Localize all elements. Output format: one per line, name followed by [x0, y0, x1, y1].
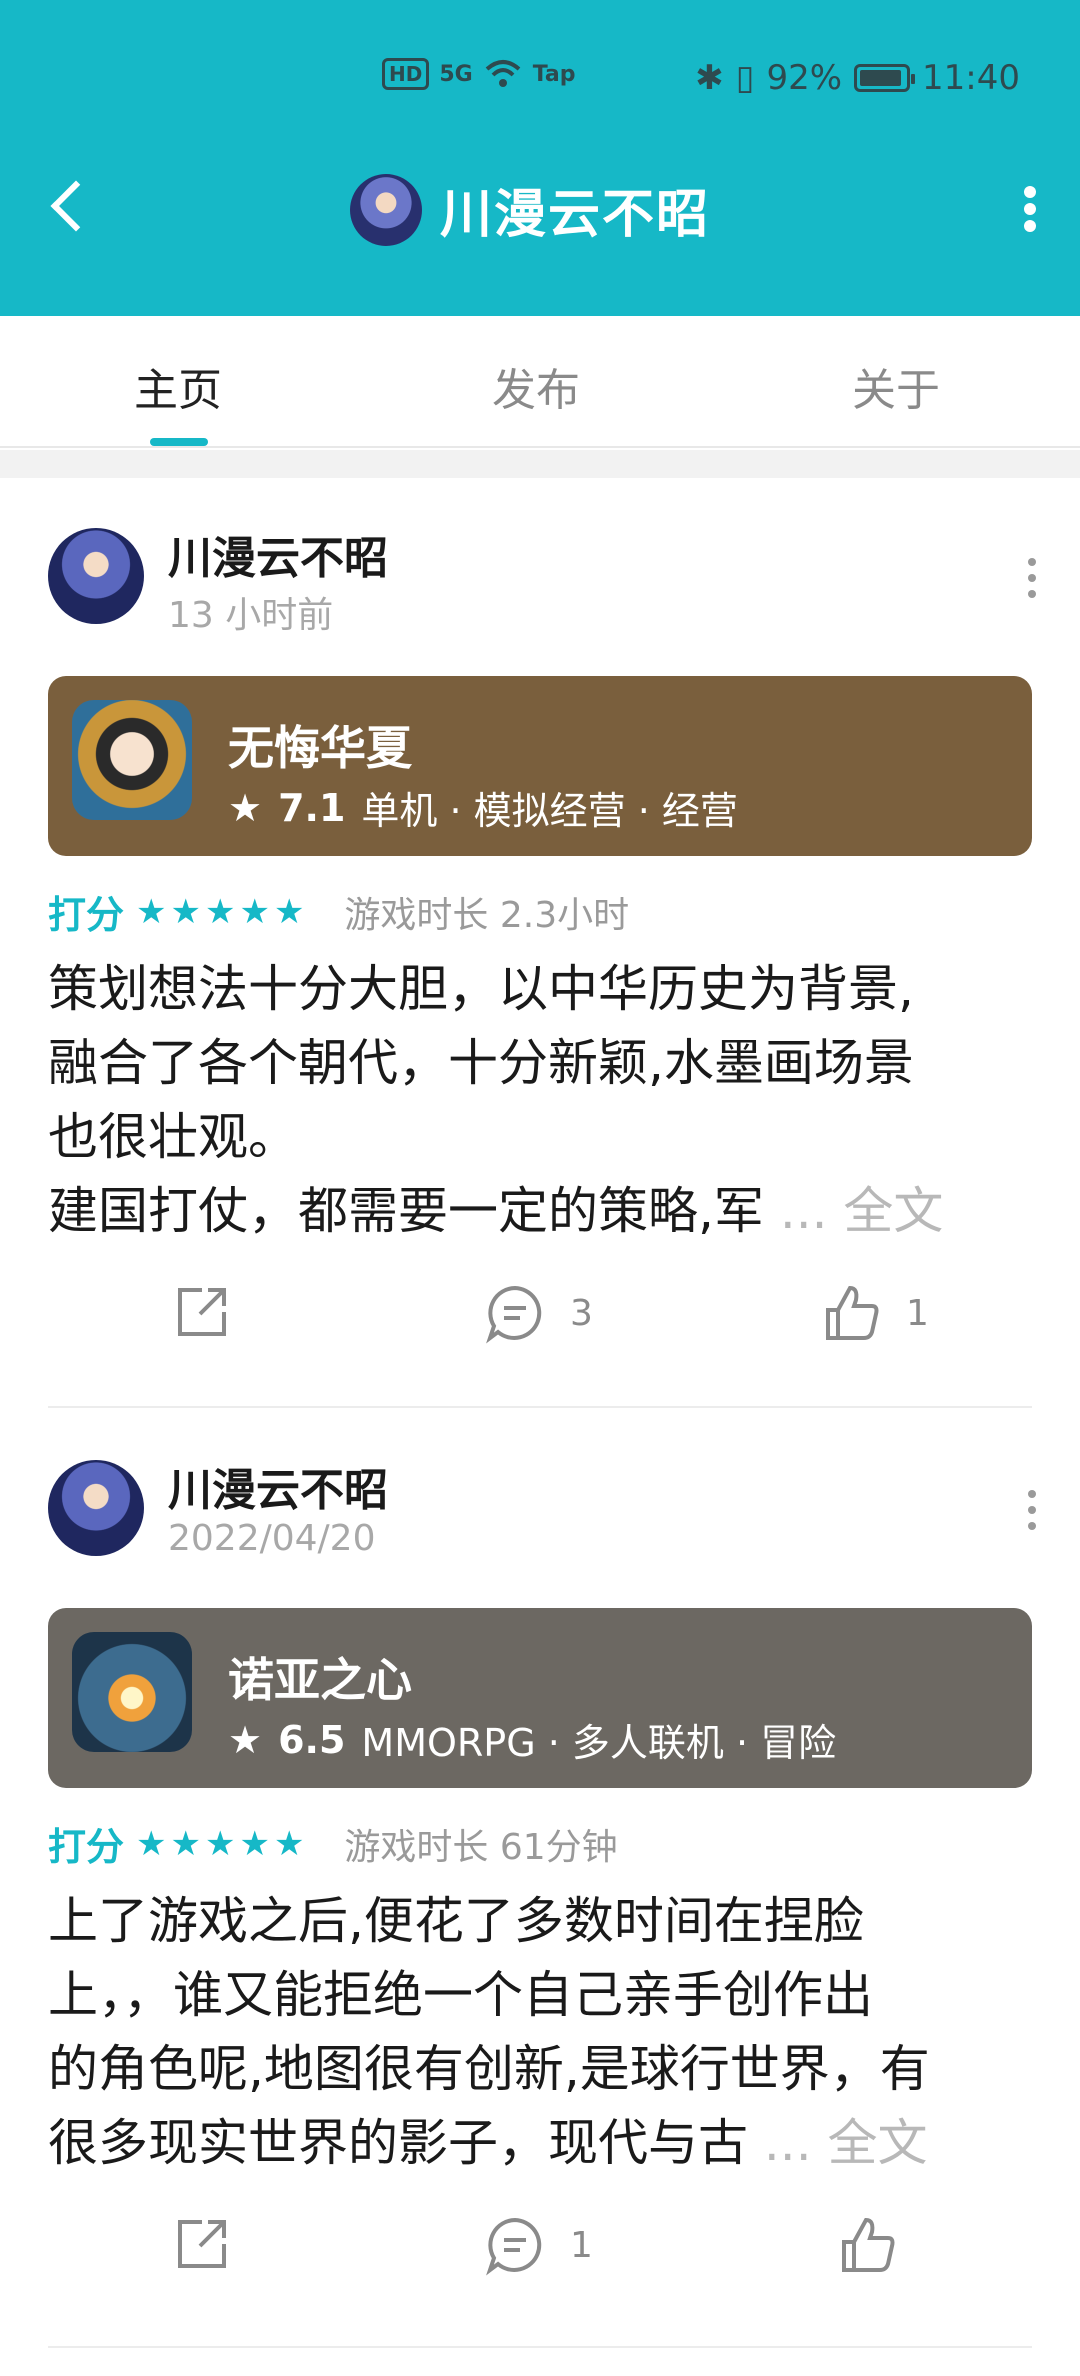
review-line: 也很壮观。	[48, 1108, 298, 1166]
review-line: 上了游戏之后,便花了多数时间在捏脸	[48, 1892, 864, 1950]
comment-count: 1	[570, 2224, 593, 2266]
share-icon	[178, 2220, 226, 2268]
post-time: 2022/04/20	[168, 1518, 376, 1559]
action-bar: 1	[0, 2214, 1080, 2294]
rating-stars: ★★★★★	[136, 891, 309, 932]
battery-icon	[854, 64, 916, 92]
dot-icon	[1028, 558, 1036, 566]
like-count: 1	[906, 1292, 929, 1334]
tab-about[interactable]: 关于	[852, 354, 940, 418]
game-score: 7.1	[278, 785, 346, 830]
playtime: 游戏时长 2.3小时	[344, 894, 630, 936]
rating-row: 打分 ★★★★★ 游戏时长 2.3小时	[48, 884, 629, 939]
rating-stars: ★★★★★	[136, 1823, 309, 1864]
read-more-link[interactable]: ... 全文	[764, 2114, 928, 2172]
divider	[48, 2346, 1032, 2348]
like-button[interactable]	[836, 2214, 922, 2276]
rating-row: 打分 ★★★★★ 游戏时长 61分钟	[48, 1816, 618, 1871]
review-card[interactable]: 川漫云不昭 2022/04/20 诺亚之心 ★ 6.5 MMORPG · 多人联…	[0, 1410, 1080, 2350]
game-score: 6.5	[278, 1717, 346, 1762]
review-text[interactable]: 上了游戏之后,便花了多数时间在捏脸 上，，谁又能拒绝一个自己亲手创作出 的角色呢…	[48, 1884, 1038, 2180]
status-right: ✱ ▯ 92% 11:40	[695, 58, 1020, 98]
comment-button[interactable]: 3	[484, 1282, 593, 1344]
section-gap	[0, 450, 1080, 478]
review-card[interactable]: 川漫云不昭 13 小时前 无悔华夏 ★ 7.1 单机 · 模拟经营 · 经营 打…	[0, 478, 1080, 1408]
review-last-line: 很多现实世界的影子，现代与古 ... 全文	[48, 2106, 1038, 2180]
tap-label: Tap	[532, 61, 576, 87]
game-icon	[72, 1632, 192, 1752]
game-name: 无悔华夏	[228, 721, 412, 775]
dot-icon	[1028, 1522, 1036, 1530]
battery-percent: 92%	[766, 58, 843, 98]
share-icon	[178, 1288, 226, 1336]
post-more-button[interactable]	[1028, 1490, 1040, 1530]
status-bar: HD 5G Tap ✱ ▯ 92% 11:40	[0, 58, 1080, 100]
vibrate-icon: ▯	[735, 58, 755, 98]
share-button[interactable]	[172, 2214, 232, 2274]
post-time: 13 小时前	[168, 595, 334, 636]
review-last-line: 建国打仗，都需要一定的策略,军 ... 全文	[48, 1174, 1038, 1248]
like-button[interactable]: 1	[820, 1282, 929, 1344]
back-button[interactable]	[44, 174, 94, 244]
review-line: 融合了各个朝代，十分新颖,水墨画场景	[48, 1034, 914, 1092]
share-button[interactable]	[172, 1282, 232, 1342]
username[interactable]: 川漫云不昭	[168, 522, 388, 586]
comment-button[interactable]: 1	[484, 2214, 593, 2276]
wifi-icon	[485, 60, 521, 87]
tab-bar: 主页 发布 关于	[0, 316, 1080, 448]
username[interactable]: 川漫云不昭	[168, 1454, 388, 1518]
post-more-button[interactable]	[1028, 558, 1040, 598]
page-title: 川漫云不昭	[440, 185, 711, 245]
rating-label: 打分	[48, 1825, 125, 1869]
bluetooth-icon: ✱	[695, 58, 724, 98]
comment-icon	[486, 1285, 542, 1344]
review-line: 上，，谁又能拒绝一个自己亲手创作出	[48, 1966, 873, 2024]
dot-icon	[1024, 203, 1036, 215]
rating-label: 打分	[48, 893, 125, 937]
review-line: 很多现实世界的影子，现代与古	[48, 2114, 748, 2172]
thumbs-up-icon	[842, 2217, 895, 2272]
avatar[interactable]	[48, 1460, 144, 1556]
review-text[interactable]: 策划想法十分大胆，以中华历史为背景, 融合了各个朝代，十分新颖,水墨画场景 也很…	[48, 952, 1038, 1248]
clock: 11:40	[922, 58, 1020, 98]
dot-icon	[1028, 590, 1036, 598]
game-icon	[72, 700, 192, 820]
game-name: 诺亚之心	[228, 1653, 412, 1707]
review-line: 策划想法十分大胆，以中华历史为背景,	[48, 960, 914, 1018]
status-left: HD 5G Tap	[382, 58, 575, 90]
read-more-link[interactable]: ... 全文	[780, 1182, 944, 1240]
tab-home[interactable]: 主页	[134, 354, 222, 418]
profile-title: 川漫云不昭	[350, 172, 710, 247]
divider	[48, 1406, 1032, 1408]
signal-icon: 5G	[439, 61, 473, 87]
dot-icon	[1028, 574, 1036, 582]
game-card[interactable]: 无悔华夏 ★ 7.1 单机 · 模拟经营 · 经营	[48, 676, 1032, 856]
more-options-button[interactable]	[1016, 186, 1044, 232]
playtime: 游戏时长 61分钟	[344, 1826, 618, 1868]
hd-indicator: HD	[382, 58, 430, 90]
dot-icon	[1024, 186, 1036, 198]
avatar[interactable]	[48, 528, 144, 624]
avatar[interactable]	[350, 173, 422, 246]
review-line: 的角色呢,地图很有创新,是球行世界，有	[48, 2040, 930, 2098]
game-tags: MMORPG · 多人联机 · 冒险	[361, 1721, 837, 1765]
dot-icon	[1024, 220, 1036, 232]
tab-indicator	[150, 438, 208, 446]
comment-count: 3	[570, 1292, 593, 1334]
dot-icon	[1028, 1506, 1036, 1514]
game-meta: ★ 6.5 MMORPG · 多人联机 · 冒险	[228, 1712, 836, 1767]
game-card[interactable]: 诺亚之心 ★ 6.5 MMORPG · 多人联机 · 冒险	[48, 1608, 1032, 1788]
top-app-bar: HD 5G Tap ✱ ▯ 92% 11:40 川漫云不昭	[0, 0, 1080, 316]
review-line: 建国打仗，都需要一定的策略,军	[48, 1182, 764, 1240]
dot-icon	[1028, 1490, 1036, 1498]
thumbs-up-icon	[826, 1285, 879, 1340]
game-tags: 单机 · 模拟经营 · 经营	[361, 789, 738, 833]
star-icon: ★	[228, 1717, 263, 1762]
comment-icon	[486, 2217, 542, 2276]
tab-posts[interactable]: 发布	[492, 354, 580, 418]
star-icon: ★	[228, 785, 263, 830]
action-bar: 3 1	[0, 1282, 1080, 1362]
game-meta: ★ 7.1 单机 · 模拟经营 · 经营	[228, 780, 738, 835]
